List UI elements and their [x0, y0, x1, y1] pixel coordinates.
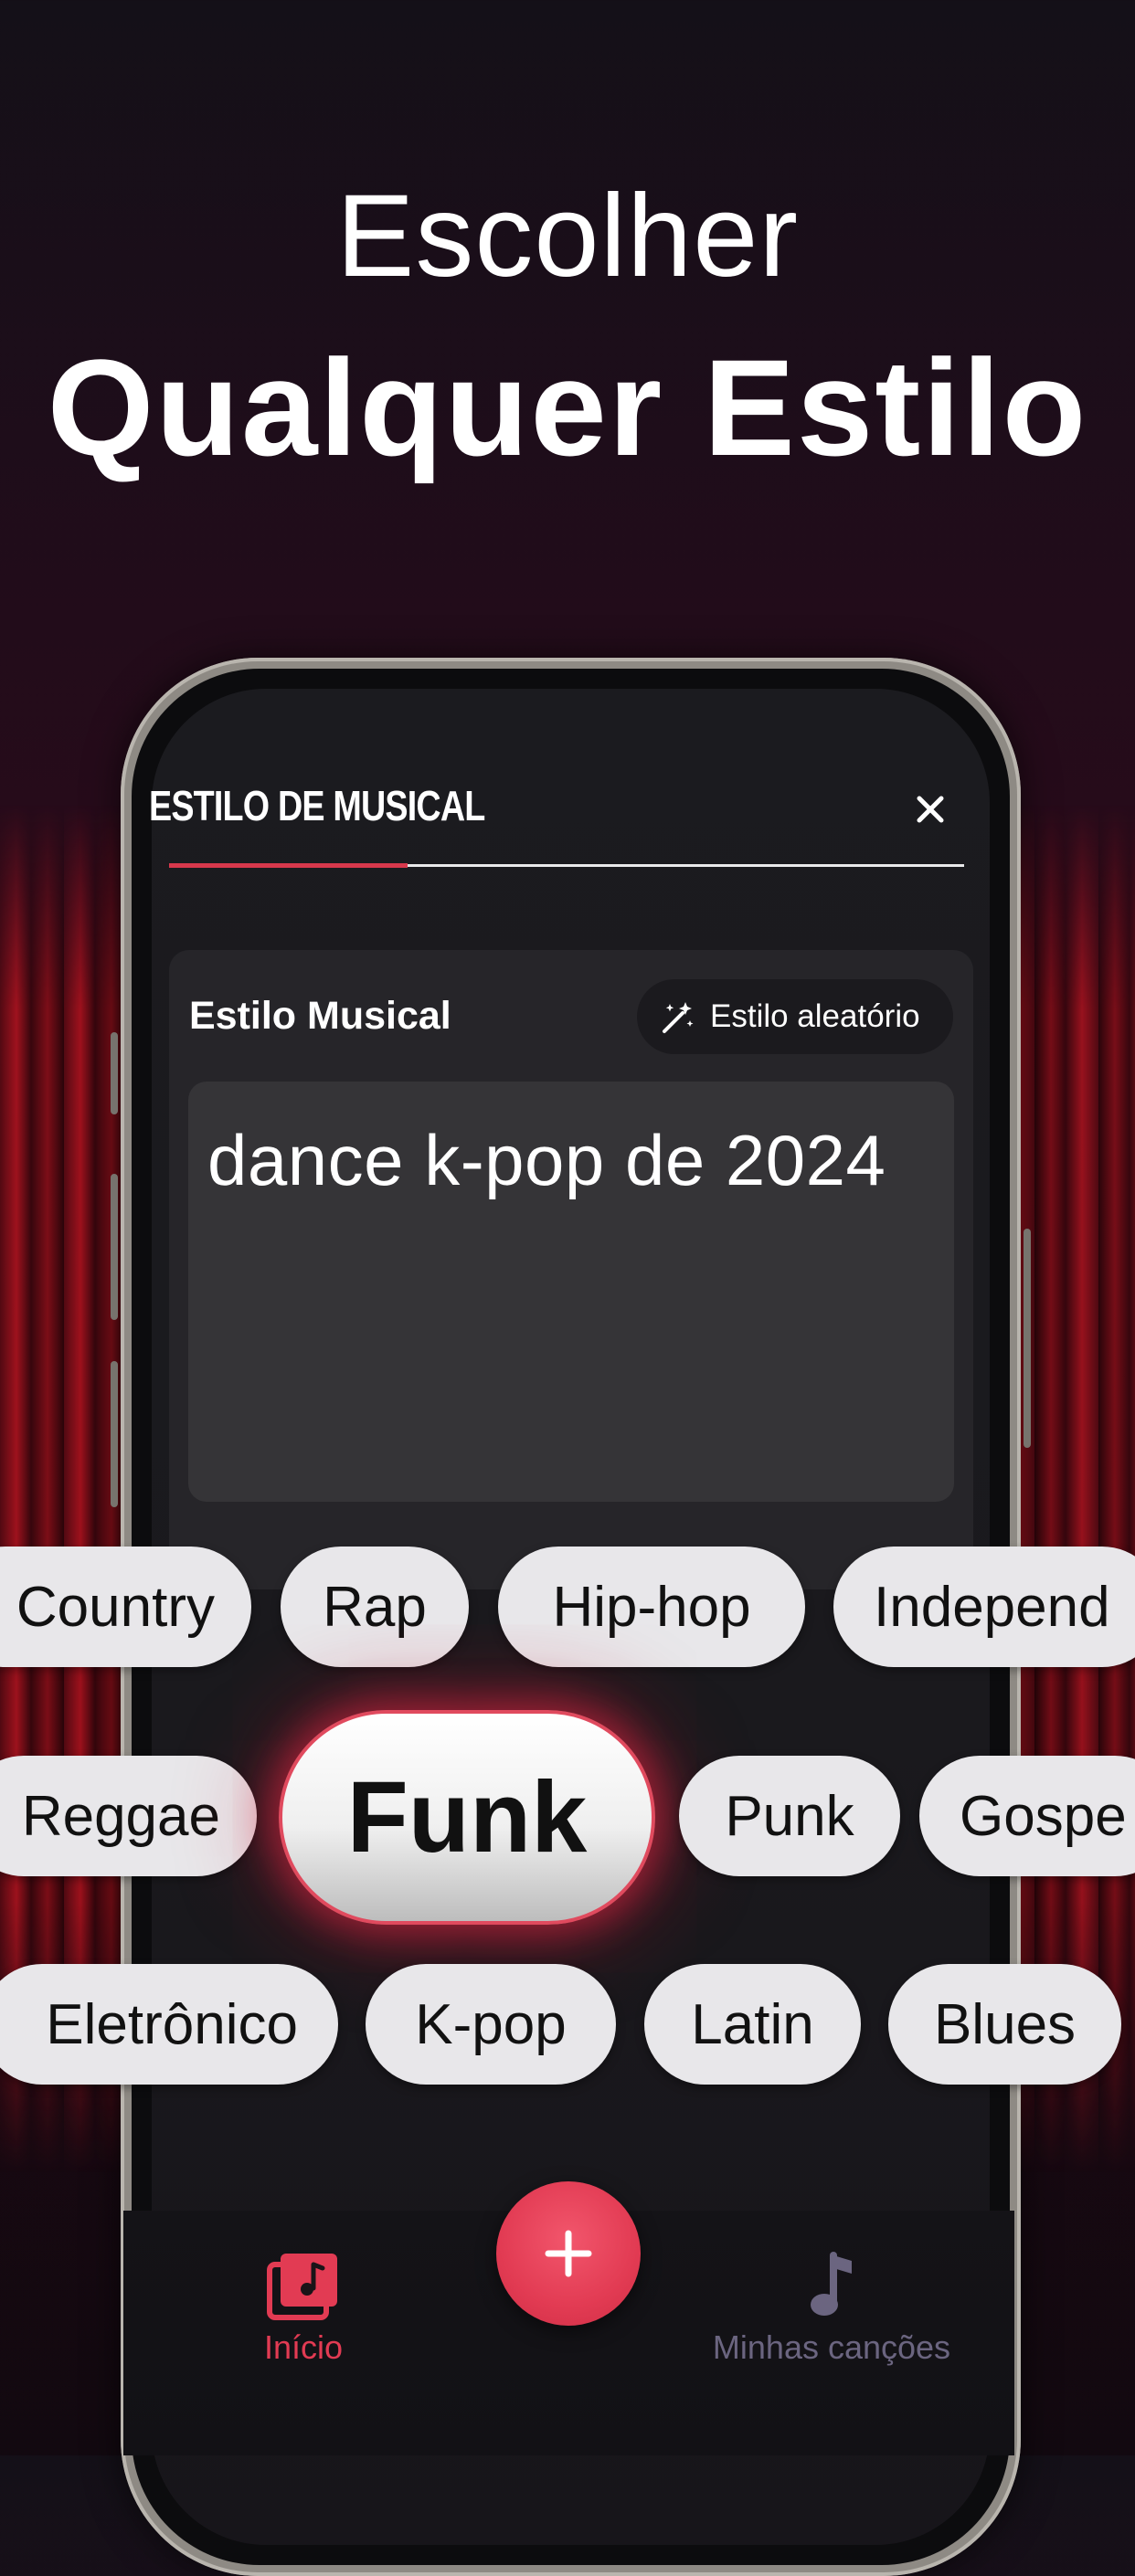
phone-power-button — [1024, 1229, 1031, 1448]
tab-my-songs[interactable]: Minhas canções — [685, 2252, 978, 2367]
genre-pill-independent[interactable]: Independ — [833, 1547, 1135, 1667]
genre-pill-hip-hop[interactable]: Hip-hop — [498, 1547, 805, 1667]
genre-pill-rap[interactable]: Rap — [281, 1547, 469, 1667]
genre-pill-country[interactable]: Country — [0, 1547, 251, 1667]
phone-side-button — [111, 1174, 118, 1320]
genre-pill-k-pop[interactable]: K-pop — [366, 1964, 616, 2085]
genre-pill-funk-selected[interactable]: Funk — [279, 1710, 655, 1925]
plus-icon — [545, 2230, 592, 2277]
tab-home[interactable]: Início — [249, 2252, 358, 2367]
headline-line1: Escolher — [336, 171, 799, 301]
genre-pill-eletronico[interactable]: Eletrônico — [0, 1964, 338, 2085]
style-card-label: Estilo Musical — [189, 994, 451, 1038]
modal-title: ESTILO DE MUSICAL — [149, 782, 485, 829]
phone-side-button — [111, 1032, 118, 1114]
random-style-button[interactable]: Estilo aleatório — [637, 979, 953, 1054]
music-library-icon — [267, 2254, 337, 2320]
tab-my-songs-label: Minhas canções — [712, 2328, 951, 2366]
genre-pill-punk[interactable]: Punk — [679, 1756, 900, 1876]
genre-pill-latin[interactable]: Latin — [644, 1964, 861, 2085]
genre-pill-gospel[interactable]: Gospe — [919, 1756, 1135, 1876]
progress-fill — [169, 863, 408, 868]
add-button[interactable] — [496, 2181, 641, 2326]
genre-pill-reggae[interactable]: Reggae — [0, 1756, 257, 1876]
style-textarea-value: dance k-pop de 2024 — [207, 1120, 886, 1200]
phone-side-button — [111, 1361, 118, 1507]
tab-home-label: Início — [263, 2328, 344, 2366]
genre-pill-blues[interactable]: Blues — [888, 1964, 1121, 2085]
headline-line2: Qualquer Estilo — [47, 331, 1088, 484]
music-note-icon — [811, 2252, 852, 2316]
close-icon[interactable] — [912, 791, 949, 828]
random-style-label: Estilo aleatório — [710, 998, 920, 1034]
magic-wand-icon — [663, 1002, 694, 1033]
